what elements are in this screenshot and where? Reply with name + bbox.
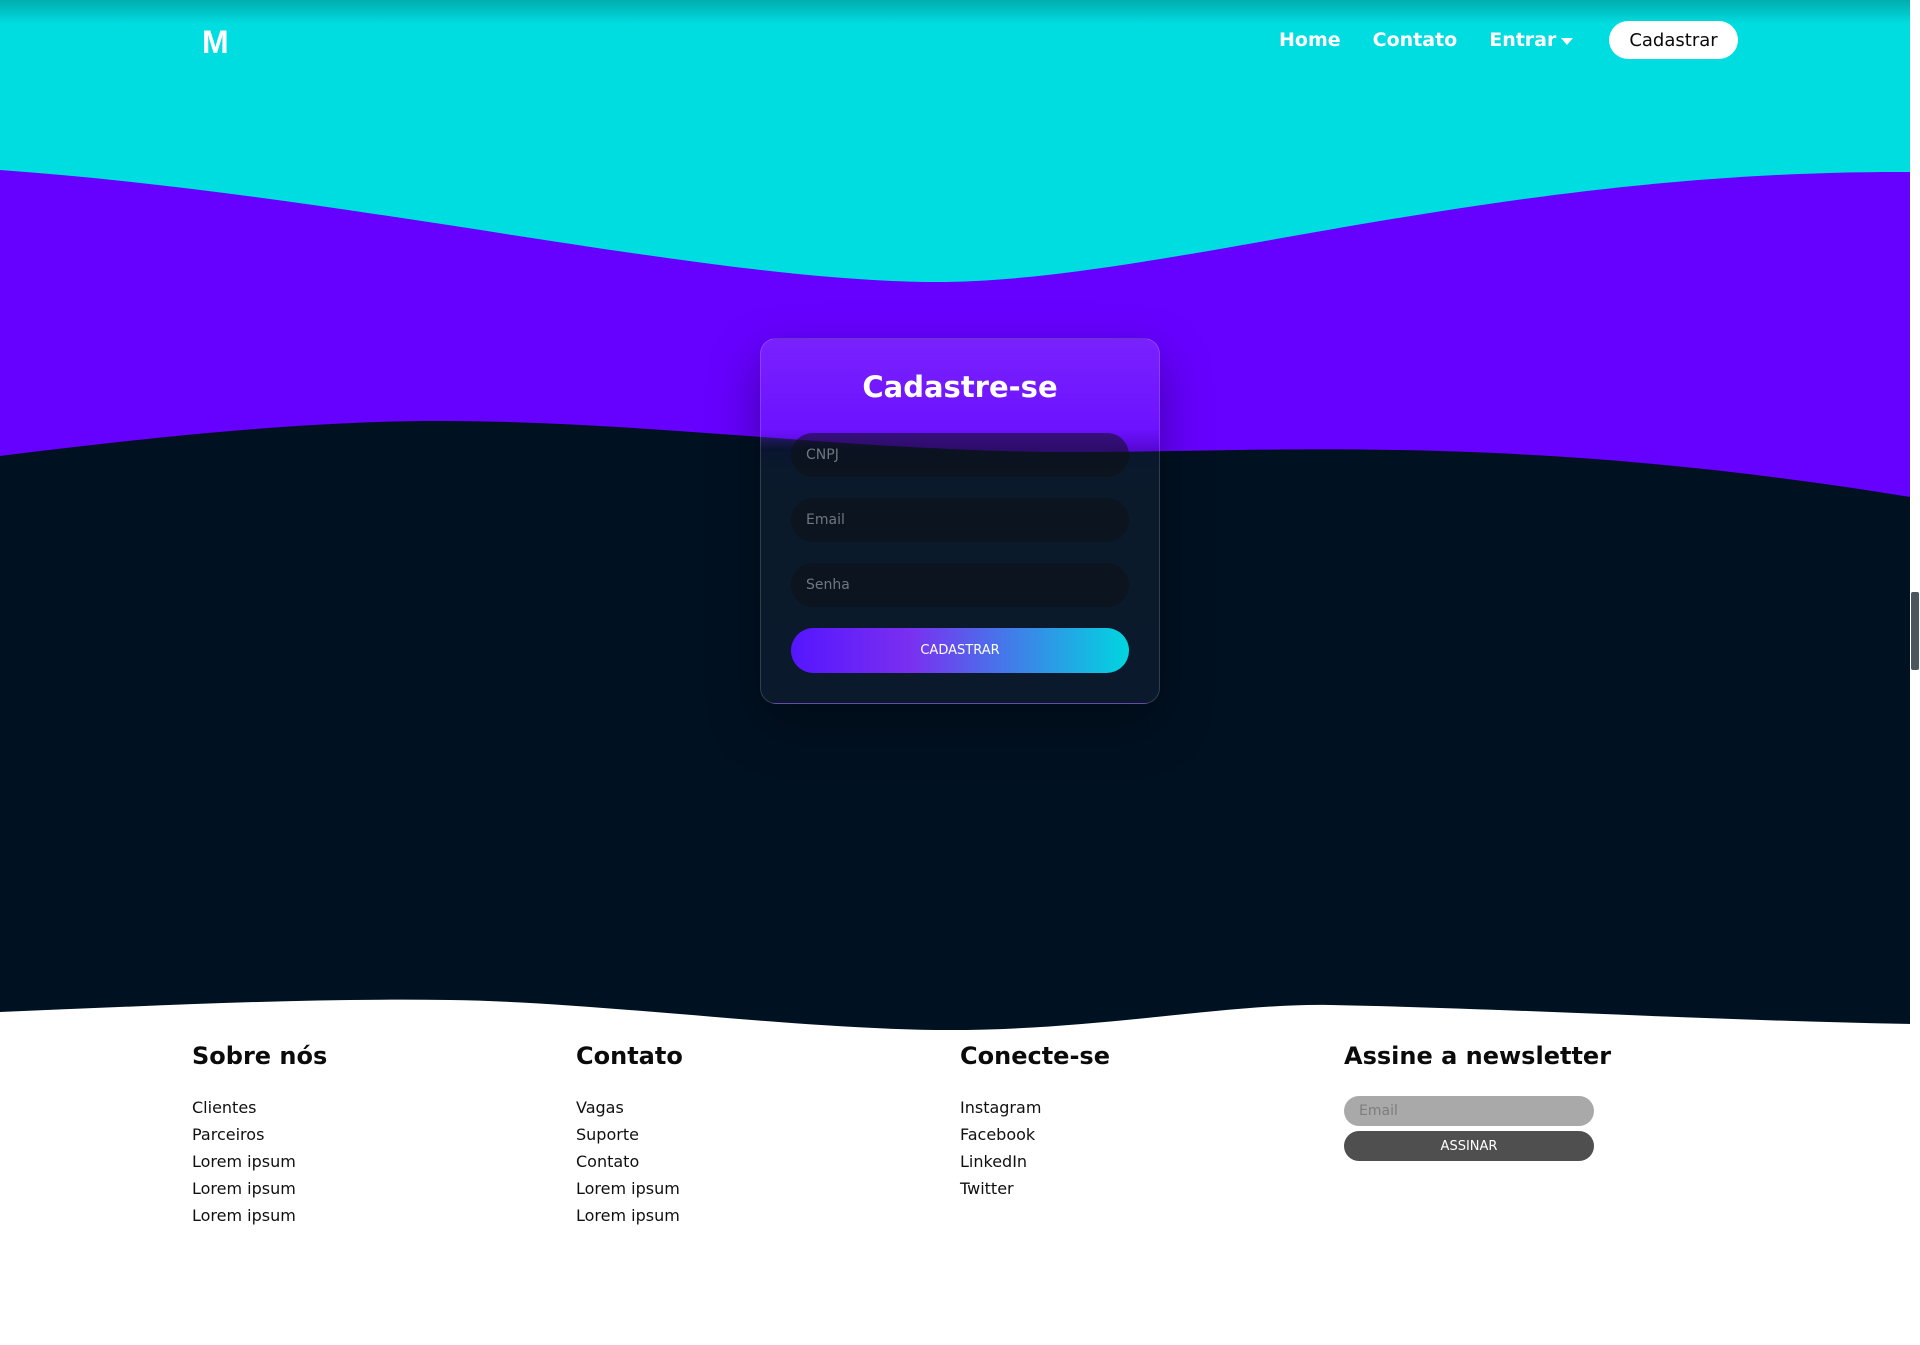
- footer-heading-conecte: Conecte-se: [960, 1042, 1110, 1070]
- brand-logo[interactable]: M: [202, 24, 229, 60]
- footer-link[interactable]: Contato: [576, 1148, 683, 1175]
- footer-link[interactable]: Lorem ipsum: [192, 1148, 327, 1175]
- footer-link[interactable]: Lorem ipsum: [576, 1175, 683, 1202]
- footer-col-contato: Contato Vagas Suporte Contato Lorem ipsu…: [576, 1040, 683, 1229]
- scrollbar-thumb[interactable]: [1911, 592, 1919, 670]
- footer-heading-contato: Contato: [576, 1042, 683, 1070]
- footer-link[interactable]: Parceiros: [192, 1121, 327, 1148]
- password-input[interactable]: [791, 563, 1129, 607]
- footer-list-sobre: Clientes Parceiros Lorem ipsum Lorem ips…: [192, 1094, 327, 1229]
- register-submit-button[interactable]: CADASTRAR: [791, 628, 1129, 673]
- footer-col-conecte: Conecte-se Instagram Facebook LinkedIn T…: [960, 1040, 1110, 1202]
- register-title: Cadastre-se: [862, 370, 1058, 404]
- footer-link[interactable]: Vagas: [576, 1094, 683, 1121]
- footer: Sobre nós Clientes Parceiros Lorem ipsum…: [0, 1040, 1920, 1345]
- footer-list-conecte: Instagram Facebook LinkedIn Twitter: [960, 1094, 1110, 1202]
- footer-link-instagram[interactable]: Instagram: [960, 1094, 1110, 1121]
- top-navbar: M Home Contato Entrar Cadastrar: [0, 0, 1910, 80]
- footer-link[interactable]: Lorem ipsum: [576, 1202, 683, 1229]
- caret-down-icon: [1561, 38, 1574, 45]
- footer-link[interactable]: Suporte: [576, 1121, 683, 1148]
- nav-dropdown-label: Entrar: [1489, 29, 1557, 51]
- footer-link-linkedin[interactable]: LinkedIn: [960, 1148, 1110, 1175]
- footer-heading-newsletter: Assine a newsletter: [1344, 1042, 1612, 1070]
- nav-link-home[interactable]: Home: [1279, 26, 1341, 54]
- register-card: Cadastre-se CADASTRAR: [760, 338, 1160, 704]
- nav-link-contato[interactable]: Contato: [1373, 26, 1458, 54]
- newsletter-email-input[interactable]: [1344, 1096, 1594, 1126]
- nav-dropdown-entrar[interactable]: Entrar: [1489, 26, 1574, 54]
- footer-col-sobre: Sobre nós Clientes Parceiros Lorem ipsum…: [192, 1040, 327, 1229]
- footer-link-facebook[interactable]: Facebook: [960, 1121, 1110, 1148]
- email-input[interactable]: [791, 498, 1129, 542]
- footer-link[interactable]: Lorem ipsum: [192, 1202, 327, 1229]
- footer-list-contato: Vagas Suporte Contato Lorem ipsum Lorem …: [576, 1094, 683, 1229]
- footer-col-newsletter: Assine a newsletter ASSINAR: [1344, 1040, 1611, 1161]
- footer-heading-sobre: Sobre nós: [192, 1042, 328, 1070]
- footer-link[interactable]: Lorem ipsum: [192, 1175, 327, 1202]
- newsletter-subscribe-button[interactable]: ASSINAR: [1344, 1131, 1594, 1161]
- footer-link[interactable]: Clientes: [192, 1094, 327, 1121]
- signup-nav-button[interactable]: Cadastrar: [1609, 21, 1738, 59]
- nav-links: Home Contato Entrar: [1279, 26, 1605, 54]
- footer-link-twitter[interactable]: Twitter: [960, 1175, 1110, 1202]
- cnpj-input[interactable]: [791, 433, 1129, 477]
